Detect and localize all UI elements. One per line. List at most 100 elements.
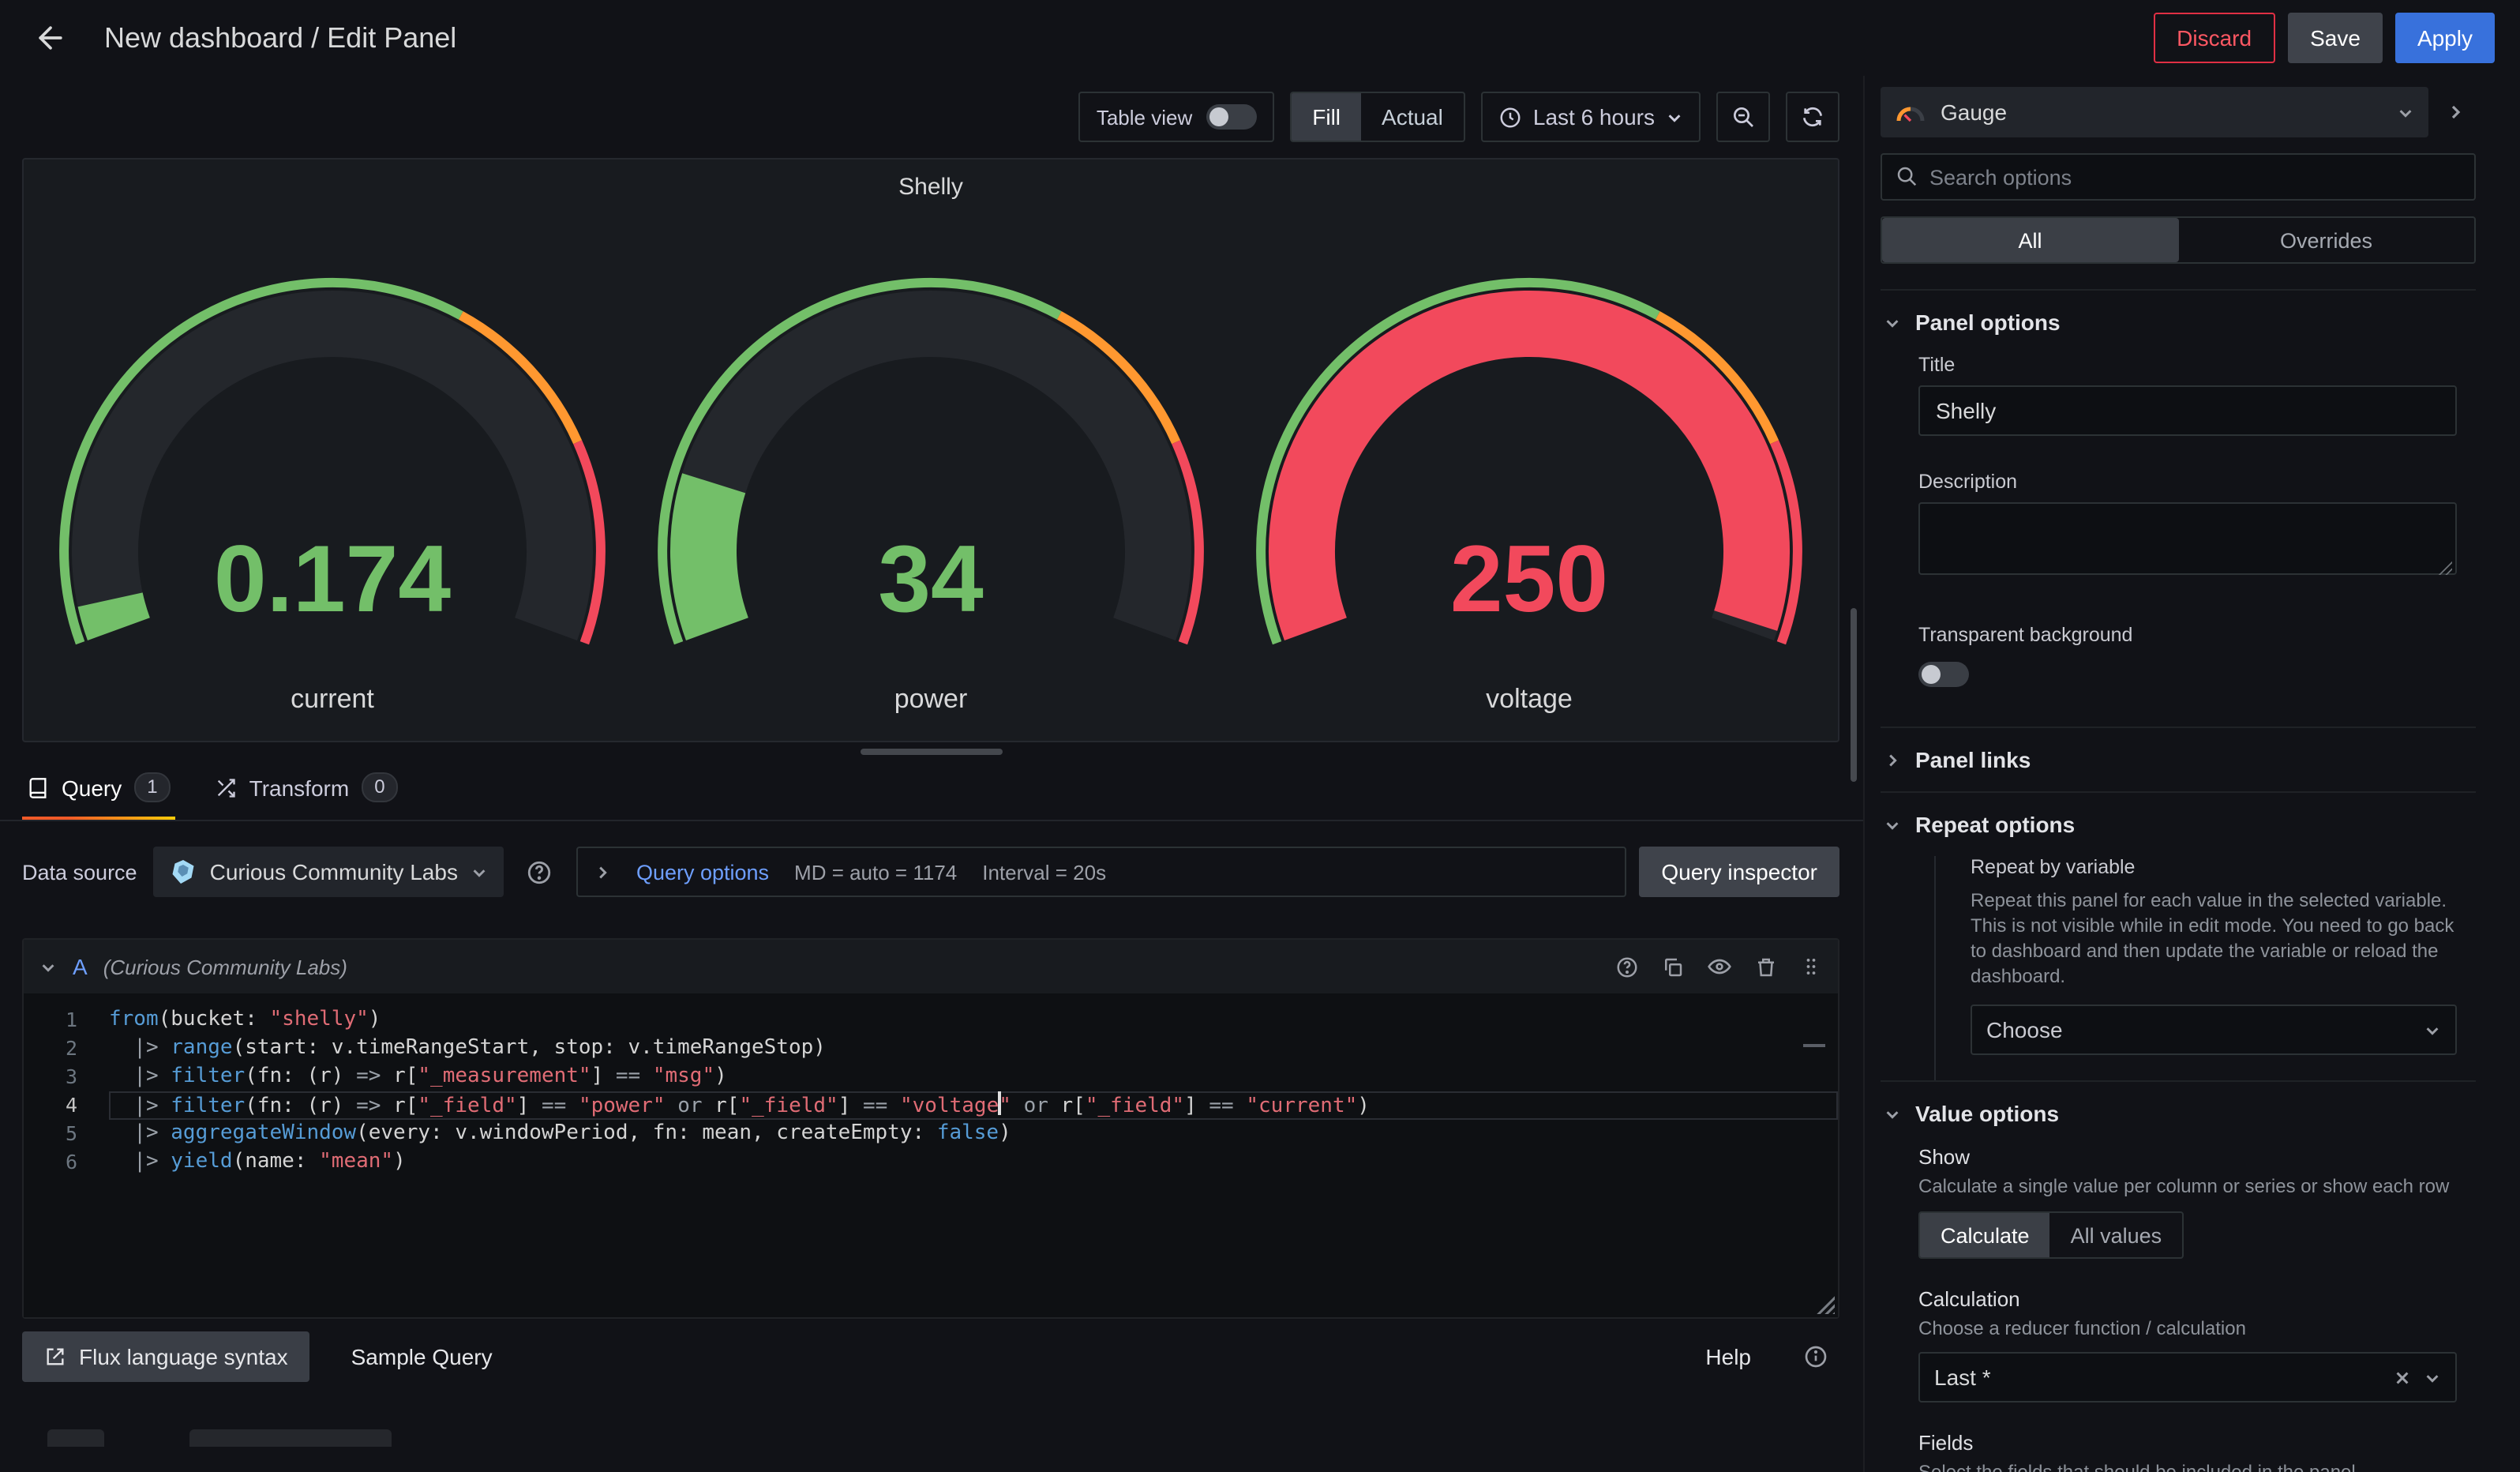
visualization-picker[interactable]: Gauge xyxy=(1881,87,2428,137)
all-values-option[interactable]: All values xyxy=(2050,1213,2183,1257)
time-range-picker[interactable]: Last 6 hours xyxy=(1481,92,1701,142)
actual-button[interactable]: Actual xyxy=(1361,93,1464,141)
table-view-switch[interactable] xyxy=(1206,104,1257,130)
panel-title-input[interactable] xyxy=(1918,385,2457,436)
code-line[interactable]: 1from(bucket: "shelly") xyxy=(24,1006,1838,1035)
grafana-edit-panel: New dashboard / Edit Panel Discard Save … xyxy=(0,0,2520,1472)
apply-button[interactable]: Apply xyxy=(2395,13,2495,63)
transparent-bg-switch[interactable] xyxy=(1918,662,1969,687)
line-content: |> range(start: v.timeRangeStart, stop: … xyxy=(109,1035,1838,1063)
viz-picker-row: Gauge xyxy=(1881,87,2476,137)
external-link-icon xyxy=(44,1346,66,1368)
line-content: |> filter(fn: (r) => r["_measurement"] =… xyxy=(109,1063,1838,1091)
code-line[interactable]: 2 |> range(start: v.timeRangeStart, stop… xyxy=(24,1035,1838,1063)
repeat-options-content: Repeat by variable Repeat this panel for… xyxy=(1934,856,2476,1080)
transform-count-badge: 0 xyxy=(362,772,397,802)
chevron-down-icon xyxy=(2424,1021,2441,1038)
eye-icon[interactable] xyxy=(1707,954,1732,979)
value-options-title: Value options xyxy=(1915,1101,2059,1126)
panel-options-content: Title Description Transparent background xyxy=(1881,354,2476,727)
panel-title[interactable]: Shelly xyxy=(24,160,1838,213)
query-inspector-button[interactable]: Query inspector xyxy=(1639,847,1839,897)
value-options-header[interactable]: Value options xyxy=(1881,1082,2476,1145)
clear-icon[interactable] xyxy=(2394,1369,2411,1386)
tab-overrides[interactable]: Overrides xyxy=(2178,218,2474,262)
repeat-options-header[interactable]: Repeat options xyxy=(1881,793,2476,856)
fill-button[interactable]: Fill xyxy=(1292,93,1361,141)
tab-query[interactable]: Query 1 xyxy=(22,755,175,820)
panel-options-header[interactable]: Panel options xyxy=(1881,291,2476,354)
transparent-bg-label: Transparent background xyxy=(1918,624,2457,646)
query-datasource-name: (Curious Community Labs) xyxy=(103,955,347,978)
discard-button[interactable]: Discard xyxy=(2153,13,2275,63)
code-line[interactable]: 6 |> yield(name: "mean") xyxy=(24,1148,1838,1177)
calculate-option[interactable]: Calculate xyxy=(1920,1213,2050,1257)
flux-syntax-button[interactable]: Flux language syntax xyxy=(22,1331,310,1382)
scrollbar-thumb[interactable] xyxy=(1851,608,1857,782)
back-button[interactable] xyxy=(25,13,76,63)
code-line[interactable]: 3 |> filter(fn: (r) => r["_measurement"]… xyxy=(24,1063,1838,1091)
tab-transform[interactable]: Transform 0 xyxy=(210,755,403,820)
sample-query-button[interactable]: Sample Query xyxy=(329,1331,515,1382)
code-line[interactable]: 4 |> filter(fn: (r) => r["_field"] == "p… xyxy=(24,1091,1838,1120)
calculation-value: Last * xyxy=(1934,1365,1991,1390)
repeat-variable-select[interactable]: Choose xyxy=(1971,1004,2457,1055)
repeat-variable-desc: Repeat this panel for each value in the … xyxy=(1971,888,2457,989)
gauge-label: current xyxy=(33,684,632,715)
refresh-button[interactable] xyxy=(1786,92,1839,142)
drag-grip-icon[interactable] xyxy=(1800,956,1822,978)
gauge-arc: 0.174 xyxy=(33,213,632,681)
line-number: 3 xyxy=(24,1063,109,1091)
description-label: Description xyxy=(1918,471,2457,493)
trash-icon[interactable] xyxy=(1754,955,1778,978)
interval-text: Interval = 20s xyxy=(982,860,1106,884)
chevron-down-icon xyxy=(1884,314,1901,331)
main-area: Table view Fill Actual Last 6 hours xyxy=(0,76,2520,1472)
query-transform-tabs: Query 1 Transform 0 xyxy=(0,755,1863,821)
cutoff-button[interactable] xyxy=(47,1429,104,1447)
panel-links-title: Panel links xyxy=(1915,747,2031,772)
duplicate-icon[interactable] xyxy=(1661,955,1685,978)
code-line[interactable]: 5 |> aggregateWindow(every: v.windowPeri… xyxy=(24,1120,1838,1148)
gauge-label: voltage xyxy=(1230,684,1828,715)
tab-all[interactable]: All xyxy=(1882,218,2178,262)
help-button[interactable]: Help xyxy=(1683,1331,1773,1382)
editor-resize-handle[interactable] xyxy=(1816,1295,1835,1314)
chevron-down-icon xyxy=(471,863,488,881)
datasource-help-button[interactable] xyxy=(516,848,564,896)
save-button[interactable]: Save xyxy=(2288,13,2383,63)
datasource-picker[interactable]: Curious Community Labs xyxy=(153,847,504,897)
query-editor-card: A (Curious Community Labs) 1from(bucket:… xyxy=(22,938,1839,1319)
options-tabs: All Overrides xyxy=(1881,216,2476,264)
query-options-link[interactable]: Query options xyxy=(636,860,769,884)
panel-links-header[interactable]: Panel links xyxy=(1881,728,2476,791)
options-sidebar: Gauge All Overrides xyxy=(1863,76,2520,1472)
switch-knob xyxy=(1922,665,1941,684)
line-content: |> yield(name: "mean") xyxy=(109,1148,1838,1177)
show-radio-group: Calculate All values xyxy=(1918,1211,2184,1259)
collapse-chevron-icon[interactable] xyxy=(39,958,57,975)
panel-resize-handle[interactable] xyxy=(861,749,1003,755)
chevron-right-icon xyxy=(2446,103,2465,122)
panel-description-input[interactable] xyxy=(1918,502,2457,575)
gauge-viz-icon xyxy=(1895,102,1926,122)
datasource-label: Data source xyxy=(22,860,137,884)
edit-panel-left: Table view Fill Actual Last 6 hours xyxy=(0,76,1863,1472)
query-options-bar[interactable]: Query options MD = auto = 1174 Interval … xyxy=(576,847,1626,897)
flux-code-editor[interactable]: 1from(bucket: "shelly")2 |> range(start:… xyxy=(24,993,1838,1317)
cutoff-button[interactable] xyxy=(189,1429,392,1447)
line-content: |> aggregateWindow(every: v.windowPeriod… xyxy=(109,1120,1838,1148)
line-number: 5 xyxy=(24,1120,109,1148)
options-search-input[interactable] xyxy=(1881,153,2476,201)
query-ref-id[interactable]: A xyxy=(73,954,88,979)
section-repeat-options: Repeat options Repeat by variable Repeat… xyxy=(1881,791,2476,1080)
show-label: Show xyxy=(1918,1145,2457,1169)
code-lines: 1from(bucket: "shelly")2 |> range(start:… xyxy=(24,1006,1838,1177)
collapse-sidebar-button[interactable] xyxy=(2435,87,2476,137)
query-footer: Flux language syntax Sample Query Help xyxy=(22,1331,1839,1382)
zoom-out-button[interactable] xyxy=(1716,92,1770,142)
calculation-select[interactable]: Last * xyxy=(1918,1352,2457,1403)
info-button[interactable] xyxy=(1792,1333,1839,1380)
fields-label: Fields xyxy=(1918,1431,2457,1455)
help-icon[interactable] xyxy=(1615,955,1639,978)
